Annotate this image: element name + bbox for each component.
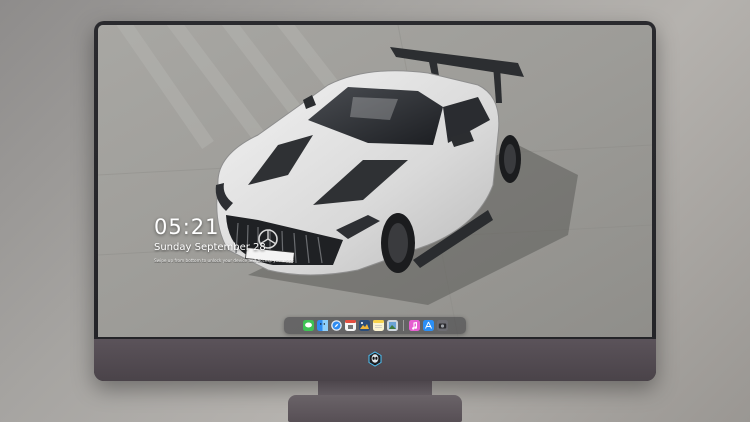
- dock-preview[interactable]: [386, 320, 398, 331]
- preview-icon: [386, 320, 398, 331]
- notes-icon: [372, 320, 384, 331]
- lock-screen-date: Sunday September 28: [154, 242, 266, 253]
- screen[interactable]: 05:21 Sunday September 28 Swipe up from …: [98, 25, 652, 337]
- dock-camera[interactable]: [436, 320, 448, 331]
- safari-icon: [330, 320, 342, 331]
- lock-screen-clock: 05:21: [154, 215, 220, 239]
- unlock-hint: Swipe up from bottom to unlock your devi…: [154, 258, 294, 263]
- wallpaper-image: [98, 25, 652, 337]
- messages-icon: [302, 320, 314, 331]
- dock-photos[interactable]: [358, 320, 370, 331]
- dock-safari[interactable]: [330, 320, 342, 331]
- dock-messages[interactable]: [302, 320, 314, 331]
- dock-itunes[interactable]: [408, 320, 420, 331]
- camera-icon: [436, 320, 448, 331]
- dock-app-store[interactable]: [422, 320, 434, 331]
- dock-separator: [402, 320, 404, 331]
- monitor: 05:21 Sunday September 28 Swipe up from …: [94, 21, 656, 381]
- dock-calendar[interactable]: [344, 320, 356, 331]
- app-store-icon: [422, 320, 434, 331]
- monitor-stand-base: [288, 395, 462, 422]
- monitor-stand-neck: [318, 381, 432, 395]
- dock-notes[interactable]: [372, 320, 384, 331]
- alien-logo-icon: [368, 351, 382, 367]
- finder-icon: [316, 320, 328, 331]
- calendar-icon: [344, 320, 356, 331]
- dock-finder[interactable]: [316, 320, 328, 331]
- photos-icon: [358, 320, 370, 331]
- dock: [284, 317, 466, 334]
- itunes-icon: [408, 320, 420, 331]
